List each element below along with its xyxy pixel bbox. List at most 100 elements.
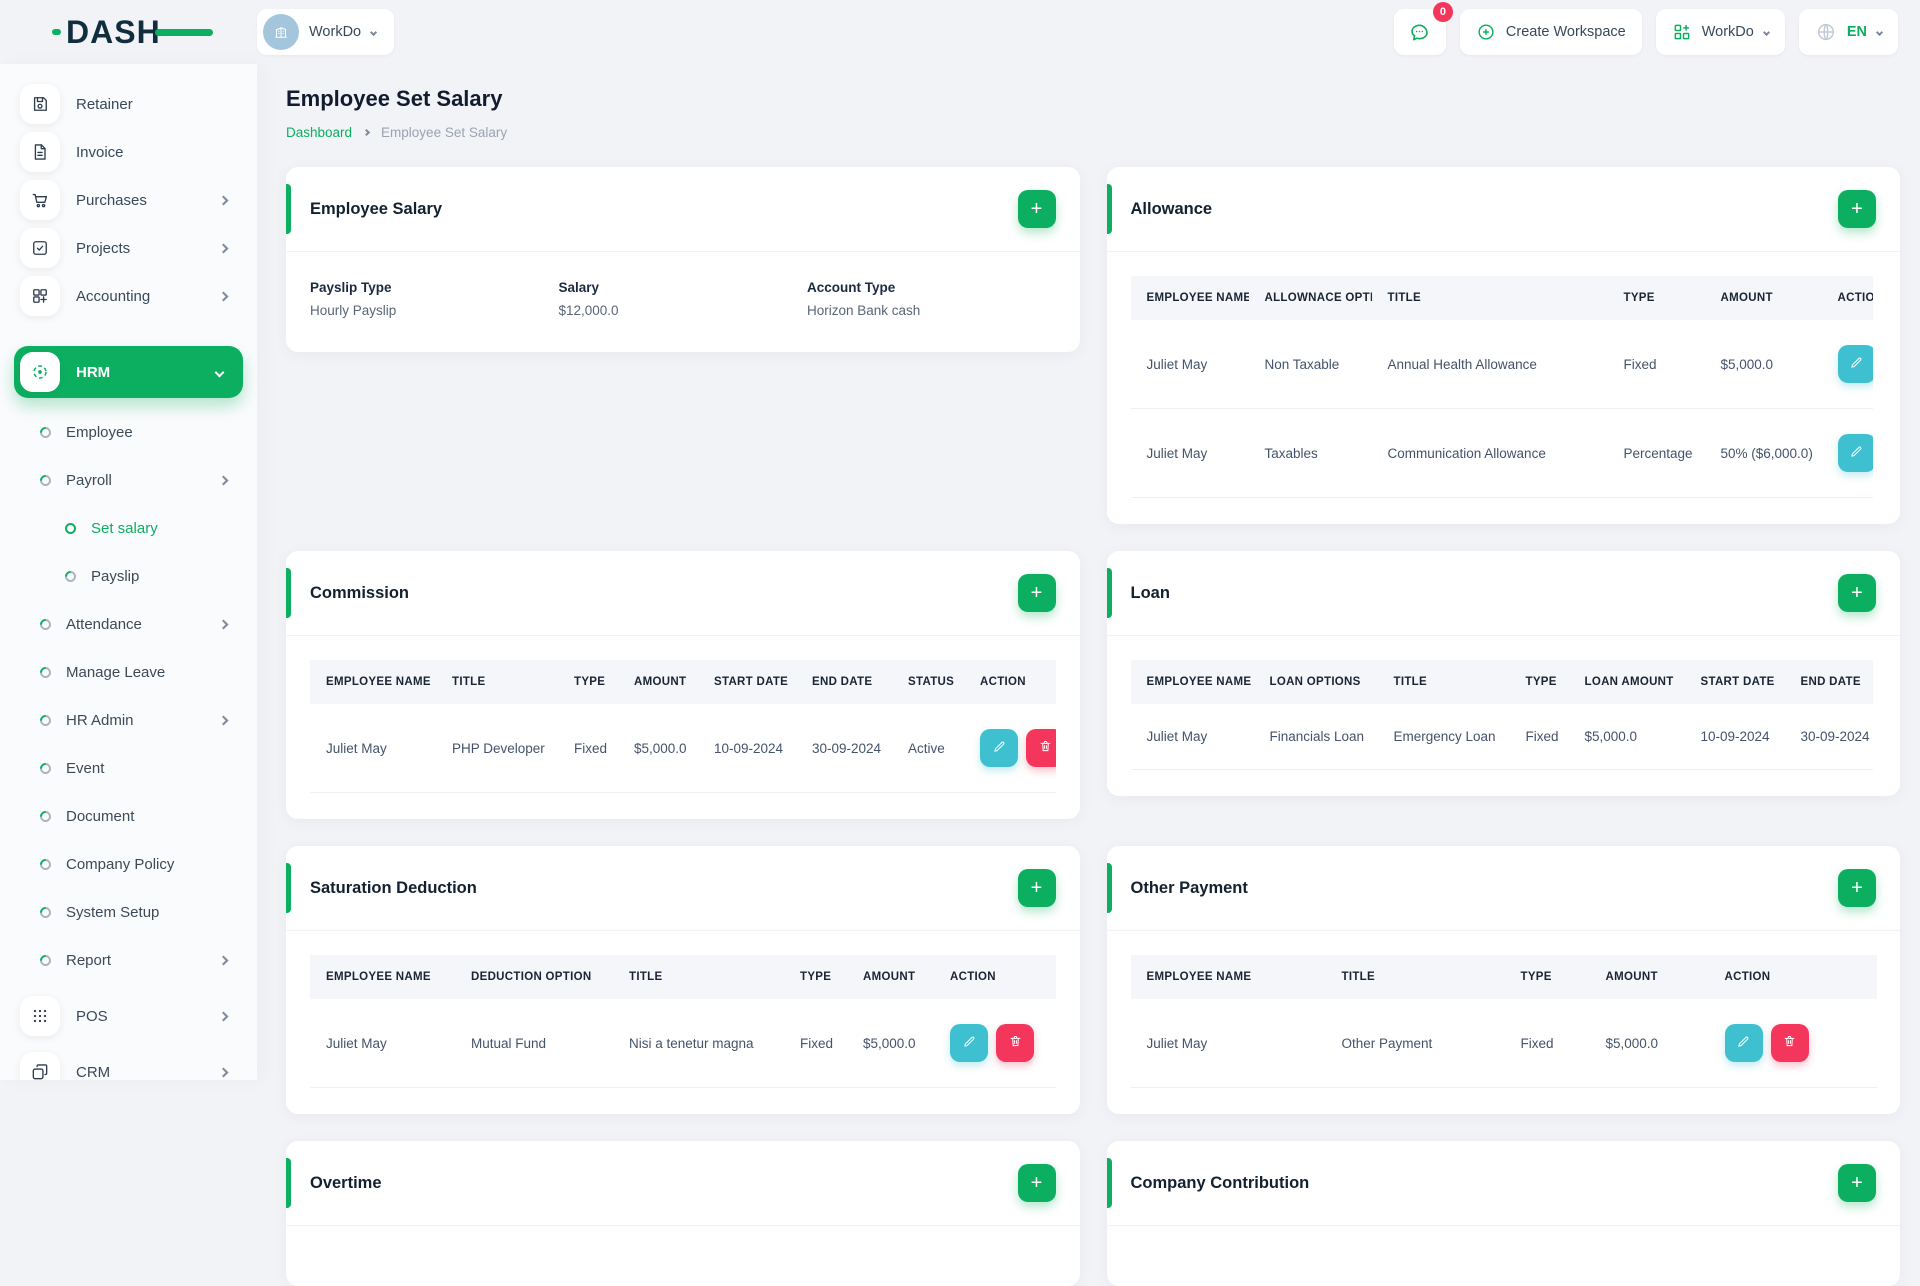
- loan-card: Loan + EMPLOYEE NAMELOAN OPTIONSTITLETYP…: [1107, 551, 1901, 796]
- sidebar-item-label: Attendance: [66, 616, 205, 633]
- column-header: START DATE: [698, 660, 796, 704]
- add-commission-button[interactable]: +: [1018, 574, 1056, 612]
- table-cell: Juliet May: [310, 999, 455, 1088]
- table-cell: Emergency Loan: [1378, 704, 1510, 770]
- sidebar-item-report[interactable]: Report: [0, 936, 257, 984]
- column-header: ALLOWNACE OPTION: [1249, 276, 1372, 320]
- retainer-icon: [20, 84, 60, 124]
- sidebar-item-invoice[interactable]: Invoice: [0, 128, 257, 176]
- delete-button[interactable]: [1771, 1024, 1809, 1062]
- language-selector[interactable]: EN: [1799, 9, 1898, 55]
- card-title: Overtime: [310, 1174, 382, 1193]
- bullet-icon: [38, 856, 54, 872]
- edit-button[interactable]: [1725, 1024, 1763, 1062]
- messenger-button[interactable]: 0: [1394, 9, 1446, 55]
- edit-button[interactable]: [1838, 345, 1873, 383]
- sidebar-item-payroll[interactable]: Payroll: [0, 456, 257, 504]
- allowance-table: EMPLOYEE NAMEALLOWNACE OPTIONTITLETYPEAM…: [1131, 276, 1873, 498]
- sidebar-item-set-salary[interactable]: Set salary: [0, 504, 257, 552]
- sidebar-item-hr-admin[interactable]: HR Admin: [0, 696, 257, 744]
- add-allowance-button[interactable]: +: [1838, 190, 1876, 228]
- delete-button[interactable]: [1026, 729, 1056, 767]
- edit-button[interactable]: [980, 729, 1018, 767]
- card-header: Loan +: [1107, 551, 1901, 636]
- card-header: Commission +: [286, 551, 1080, 636]
- card-title: Company Contribution: [1131, 1174, 1310, 1193]
- add-overtime-button[interactable]: +: [1018, 1164, 1056, 1202]
- add-saturation-deduction-button[interactable]: +: [1018, 869, 1056, 907]
- app-logo[interactable]: DASH: [0, 16, 257, 48]
- add-employee-salary-button[interactable]: +: [1018, 190, 1056, 228]
- column-header: EMPLOYEE NAME: [1131, 955, 1326, 999]
- accounting-icon: [20, 276, 60, 316]
- create-workspace-button[interactable]: Create Workspace: [1460, 9, 1642, 55]
- add-other-payment-button[interactable]: +: [1838, 869, 1876, 907]
- sidebar-item-projects[interactable]: Projects: [0, 224, 257, 272]
- notification-badge: 0: [1433, 2, 1453, 22]
- employee-salary-card: Employee Salary + Payslip Type Hourly Pa…: [286, 167, 1080, 352]
- sidebar-item-event[interactable]: Event: [0, 744, 257, 792]
- pos-icon: [20, 996, 60, 1036]
- building-icon: [272, 23, 290, 41]
- column-header: TYPE: [784, 955, 847, 999]
- column-header: TITLE: [436, 660, 558, 704]
- sidebar-item-employee[interactable]: Employee: [0, 408, 257, 456]
- add-company-contribution-button[interactable]: +: [1838, 1164, 1876, 1202]
- sidebar-item-label: Payslip: [91, 568, 227, 585]
- table-cell: Juliet May: [1131, 320, 1249, 409]
- sidebar-item-label: Report: [66, 952, 205, 969]
- chat-icon: [1408, 21, 1431, 44]
- overtime-card: Overtime +: [286, 1141, 1080, 1286]
- sidebar-item-manage-leave[interactable]: Manage Leave: [0, 648, 257, 696]
- sidebar-item-label: System Setup: [66, 904, 227, 921]
- trash-icon: [1008, 1034, 1023, 1052]
- sidebar-item-attendance[interactable]: Attendance: [0, 600, 257, 648]
- bullet-icon: [38, 904, 54, 920]
- table-cell: $5,000.0: [847, 999, 934, 1088]
- chevron-right-icon: [363, 129, 370, 136]
- column-header: EMPLOYEE NAME: [1131, 660, 1254, 704]
- edit-button[interactable]: [1838, 434, 1873, 472]
- sidebar-item-company-policy[interactable]: Company Policy: [0, 840, 257, 888]
- table-row: Juliet MayPHP DeveloperFixed$5,000.010-0…: [310, 704, 1056, 793]
- sidebar-item-payslip[interactable]: Payslip: [0, 552, 257, 600]
- sidebar-item-retainer[interactable]: Retainer: [0, 80, 257, 128]
- table-cell: Fixed: [784, 999, 847, 1088]
- sidebar-item-pos[interactable]: POS: [0, 992, 257, 1040]
- sidebar-item-purchases[interactable]: Purchases: [0, 176, 257, 224]
- chevron-right-icon: [219, 243, 229, 253]
- add-loan-button[interactable]: +: [1838, 574, 1876, 612]
- column-header: TYPE: [558, 660, 618, 704]
- sidebar-item-label: Retainer: [76, 96, 227, 113]
- card-header: Allowance +: [1107, 167, 1901, 252]
- sidebar-item-hrm[interactable]: HRM: [14, 346, 243, 398]
- workspace-selector[interactable]: WorkDo: [257, 9, 394, 55]
- sidebar-item-label: POS: [76, 1008, 204, 1025]
- table-row: Juliet MayOther PaymentFixed$5,000.0: [1131, 999, 1877, 1088]
- app-menu-button[interactable]: WorkDo: [1656, 9, 1785, 55]
- table-cell: 30-09-2024: [796, 704, 892, 793]
- sidebar-item-accounting[interactable]: Accounting: [0, 272, 257, 320]
- bullet-icon: [38, 424, 54, 440]
- card-title: Allowance: [1131, 200, 1213, 219]
- cards-grid: Employee Salary + Payslip Type Hourly Pa…: [286, 167, 1900, 1286]
- sidebar-item-crm[interactable]: CRM: [0, 1048, 257, 1080]
- sidebar-item-label: HR Admin: [66, 712, 205, 729]
- field-value: $12,000.0: [559, 303, 808, 318]
- bullet-icon: [38, 808, 54, 824]
- column-header: END DATE: [796, 660, 892, 704]
- table-cell: Financials Loan: [1254, 704, 1378, 770]
- sidebar: Retainer InvoicePurchasesProjectsAccounti…: [0, 64, 257, 1080]
- chevron-down-icon: [1763, 28, 1770, 35]
- sidebar-item-label: Company Policy: [66, 856, 227, 873]
- chevron-right-icon: [219, 1067, 229, 1077]
- language-label: EN: [1847, 24, 1867, 40]
- delete-button[interactable]: [996, 1024, 1034, 1062]
- edit-button[interactable]: [950, 1024, 988, 1062]
- create-workspace-label: Create Workspace: [1506, 24, 1626, 40]
- sidebar-item-document[interactable]: Document: [0, 792, 257, 840]
- column-header: DEDUCTION OPTION: [455, 955, 613, 999]
- breadcrumb-dashboard-link[interactable]: Dashboard: [286, 125, 352, 140]
- bullet-icon: [38, 760, 54, 776]
- sidebar-item-system-setup[interactable]: System Setup: [0, 888, 257, 936]
